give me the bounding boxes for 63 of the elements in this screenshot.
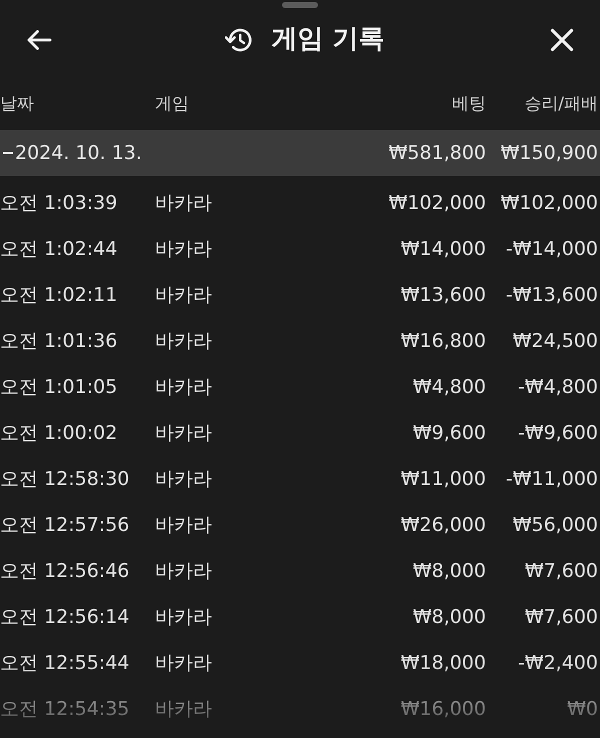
game-cell: 바카라 [155, 284, 212, 306]
bet-total: ₩581,800 [388, 142, 486, 164]
bet-cell: ₩16,000 [400, 698, 486, 720]
bet-cell: ₩16,800 [400, 330, 486, 352]
game-cell: 바카라 [155, 652, 212, 674]
drag-handle[interactable] [282, 2, 318, 8]
back-button[interactable] [26, 29, 52, 51]
bet-cell: ₩14,000 [400, 238, 486, 260]
bet-cell: ₩4,800 [412, 376, 486, 398]
page-title: 게임 기록 [271, 24, 385, 56]
game-cell: 바카라 [155, 192, 212, 214]
back-arrow-icon [26, 29, 52, 51]
time-cell: 오전 1:03:39 [0, 192, 118, 214]
time-cell: 오전 1:00:02 [0, 422, 118, 444]
time-cell: 오전 12:56:46 [0, 560, 130, 582]
date-group-row[interactable]: 2024. 10. 13. ₩581,800 ₩150,900 [0, 130, 600, 176]
game-cell: 바카라 [155, 698, 212, 720]
result-cell: ₩24,500 [512, 330, 598, 352]
time-cell: 오전 1:01:05 [0, 376, 118, 398]
result-cell: ₩7,600 [524, 560, 598, 582]
group-date: 2024. 10. 13. [15, 142, 142, 164]
result-cell: -₩13,600 [506, 284, 598, 306]
history-icon [225, 27, 254, 53]
bet-cell: ₩26,000 [400, 514, 486, 536]
time-cell: 오전 1:02:11 [0, 284, 118, 306]
close-button[interactable] [550, 28, 574, 52]
bet-cell: ₩8,000 [412, 606, 486, 628]
column-header: 승리/패배 [524, 94, 598, 114]
game-cell: 바카라 [155, 606, 212, 628]
game-cell: 바카라 [155, 422, 212, 444]
game-cell: 바카라 [155, 468, 212, 490]
time-cell: 오전 1:02:44 [0, 238, 118, 260]
bet-cell: ₩8,000 [412, 560, 486, 582]
column-header: 게임 [155, 94, 189, 114]
bet-cell: ₩18,000 [400, 652, 486, 674]
time-cell: 오전 12:57:56 [0, 514, 130, 536]
result-cell: ₩102,000 [500, 192, 598, 214]
game-cell: 바카라 [155, 238, 212, 260]
time-cell: 오전 12:56:14 [0, 606, 130, 628]
bet-cell: ₩13,600 [400, 284, 486, 306]
game-cell: 바카라 [155, 560, 212, 582]
bet-cell: ₩11,000 [400, 468, 486, 490]
time-cell: 오전 12:54:35 [0, 698, 130, 720]
time-cell: 오전 1:01:36 [0, 330, 118, 352]
game-cell: 바카라 [155, 376, 212, 398]
result-cell: -₩4,800 [518, 376, 598, 398]
bet-cell: ₩9,600 [412, 422, 486, 444]
result-cell: -₩11,000 [506, 468, 598, 490]
result-cell: -₩9,600 [518, 422, 598, 444]
close-icon [550, 28, 574, 52]
time-cell: 오전 12:58:30 [0, 468, 130, 490]
result-cell: -₩2,400 [518, 652, 598, 674]
column-header: 베팅 [452, 94, 486, 114]
result-cell: ₩56,000 [512, 514, 598, 536]
result-total: ₩150,900 [500, 142, 598, 164]
game-cell: 바카라 [155, 514, 212, 536]
result-cell: -₩14,000 [506, 238, 598, 260]
game-cell: 바카라 [155, 330, 212, 352]
column-header: 날짜 [0, 94, 34, 114]
result-cell: ₩7,600 [524, 606, 598, 628]
time-cell: 오전 12:55:44 [0, 652, 130, 674]
bet-cell: ₩102,000 [388, 192, 486, 214]
result-cell: ₩0 [567, 698, 598, 720]
